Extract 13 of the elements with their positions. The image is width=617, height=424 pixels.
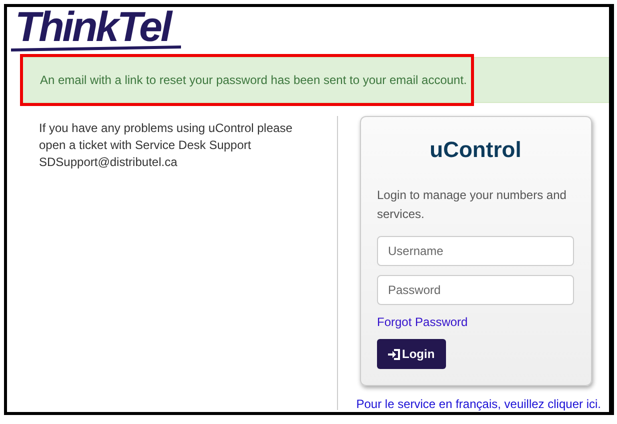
logo: ThinkTel [11, 7, 181, 50]
forgot-password-link[interactable]: Forgot Password [377, 315, 574, 329]
login-icon [388, 348, 400, 360]
username-field[interactable]: Username [377, 236, 574, 266]
login-description: Login to manage your numbers and services. [377, 187, 568, 223]
password-field[interactable]: Password [377, 275, 574, 305]
help-text: If you have any problems using uControl please [39, 120, 294, 137]
success-alert: An email with a link to reset your password has been sent to your email account. [22, 57, 609, 103]
french-service-link[interactable]: Pour le service en français, veuillez cliquer ici. [356, 397, 601, 411]
login-button[interactable]: Login [377, 339, 446, 369]
login-title: uControl [428, 137, 522, 163]
help-text: open a ticket with Service Desk Support [39, 137, 252, 154]
help-text: SDSupport@distributel.ca [39, 154, 178, 171]
